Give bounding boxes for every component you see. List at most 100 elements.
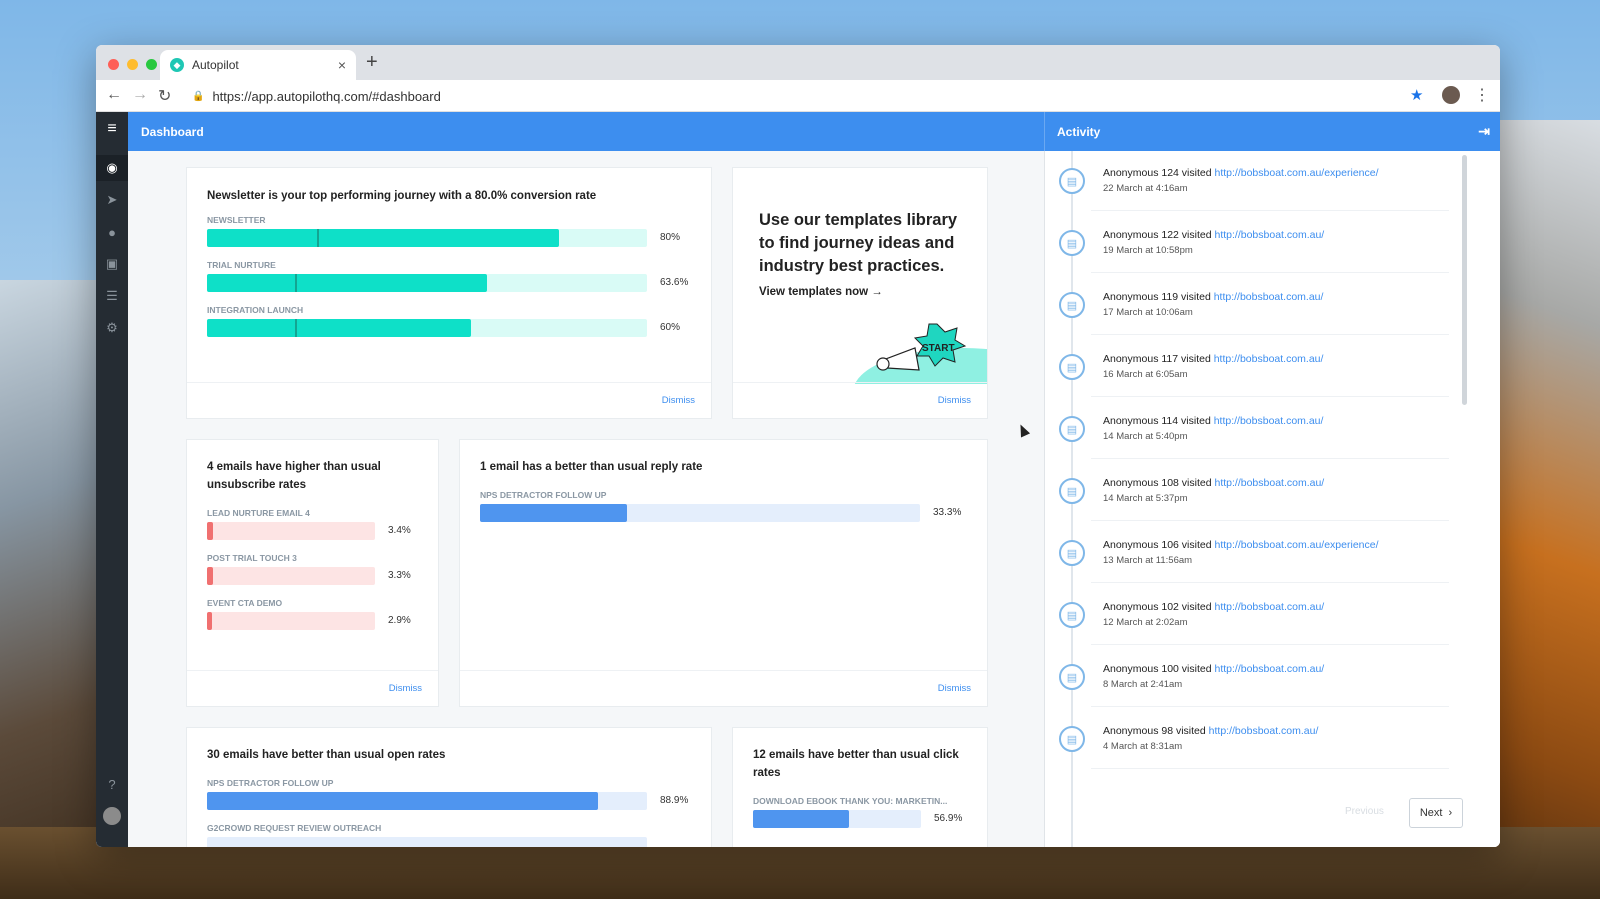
activity-title: Activity [1057,124,1101,139]
card-title: 1 email has a better than usual reply ra… [480,461,703,473]
close-window-button[interactable] [108,59,119,70]
activity-text: Anonymous 98 visited http://bobsboat.com… [1103,725,1437,737]
activity-item: Anonymous 119 visited http://bobsboat.co… [1091,283,1449,335]
bar-track [207,274,647,292]
activity-timestamp: 14 March at 5:40pm [1103,431,1188,442]
lists-icon[interactable]: ☰ [96,283,128,309]
bar-percent: 3.3% [388,570,411,581]
activity-text: Anonymous 117 visited http://bobsboat.co… [1103,353,1437,365]
chevron-right-icon: › [1448,807,1453,819]
activity-visited-link[interactable]: http://bobsboat.com.au/ [1214,229,1324,241]
activity-visited-link[interactable]: http://bobsboat.com.au/ [1214,353,1324,365]
journey-bars: NEWSLETTER 80% TRIAL NURTURE 63.6% INTEGRATI… [207,215,691,350]
page-visit-icon: ▤ [1059,602,1085,628]
bar-label: INTEGRATION LAUNCH [207,305,304,315]
app-area: ≡ ◉ ➤ ● ▣ ☰ ⚙ ? Dashboard Activity ⇥ New… [96,112,1500,847]
activity-item: Anonymous 108 visited http://bobsboat.co… [1091,469,1449,521]
forward-arrow-icon[interactable]: → [132,86,148,104]
bar-label: TRIAL NURTURE [207,260,276,270]
open-rate-card: 30 emails have better than usual open ra… [186,727,712,847]
bar-average-marker [295,274,297,292]
bar-label: POST TRIAL TOUCH 3 [207,553,297,563]
bar-fill [207,319,471,337]
bar-label: DOWNLOAD EBOOK THANK YOU: MARKETIN... [753,796,948,806]
card-footer: Dismiss [733,382,987,418]
bar-row: G2CROWD REQUEST REVIEW OUTREACH [207,823,691,847]
previous-page-button[interactable]: Previous [1345,806,1384,817]
activity-timestamp: 17 March at 10:06am [1103,307,1193,318]
reports-chart-icon[interactable]: ▣ [96,251,128,277]
activity-item: Anonymous 98 visited http://bobsboat.com… [1091,717,1449,769]
activity-text: Anonymous 106 visited http://bobsboat.co… [1103,539,1437,551]
activity-visited-link[interactable]: http://bobsboat.com.au/ [1214,601,1324,613]
bar-percent: 56.9% [934,813,963,824]
page-visit-icon: ▤ [1059,726,1085,752]
activity-visited-link[interactable]: http://bobsboat.com.au/ [1214,415,1324,427]
card-title: Newsletter is your top performing journe… [207,190,597,202]
maximize-window-button[interactable] [146,59,157,70]
settings-gear-icon[interactable]: ⚙ [96,315,128,341]
activity-text: Anonymous 114 visited http://bobsboat.co… [1103,415,1437,427]
browser-window: ◆ Autopilot × + ← → ↻ 🔒 https://app.auto… [96,45,1500,847]
bar-label: G2CROWD REQUEST REVIEW OUTREACH [207,823,382,833]
page-visit-icon: ▤ [1059,230,1085,256]
bar-track [753,810,921,828]
tab-close-icon[interactable]: × [338,57,346,73]
dismiss-link[interactable]: Dismiss [389,683,422,694]
unsubscribe-card: 4 emails have higher than usual unsubscr… [186,439,439,707]
activity-header: Activity ⇥ [1044,112,1500,151]
new-tab-button[interactable]: + [366,51,378,74]
bar-fill [207,612,212,630]
bar-row: POST TRIAL TOUCH 3 3.3% [207,553,418,598]
activity-timestamp: 22 March at 4:16am [1103,183,1188,194]
bar-row: NEWSLETTER 80% [207,215,691,260]
help-icon[interactable]: ? [96,771,128,797]
bar-label: NPS DETRACTOR FOLLOW UP [207,778,334,788]
journeys-send-icon[interactable]: ➤ [96,187,128,213]
activity-visited-link[interactable]: http://bobsboat.com.au/ [1209,725,1319,737]
page-title: Dashboard [141,124,204,139]
activity-scrollbar[interactable] [1462,155,1467,405]
page-visit-icon: ▤ [1059,664,1085,690]
bar-track [207,319,647,337]
bar-average-marker [295,319,297,337]
minimize-window-button[interactable] [127,59,138,70]
next-page-button[interactable]: Next › [1409,798,1463,828]
activity-visited-link[interactable]: http://bobsboat.com.au/ [1214,291,1324,303]
browser-tab[interactable]: ◆ Autopilot × [160,50,356,80]
url-field[interactable]: 🔒 https://app.autopilothq.com/#dashboard [192,85,1392,107]
page-visit-icon: ▤ [1059,292,1085,318]
view-templates-link[interactable]: View templates now → [759,286,961,298]
tab-bar: ◆ Autopilot × + [96,45,1500,80]
autopilot-logo-icon[interactable]: ≡ [96,116,128,142]
dismiss-link[interactable]: Dismiss [938,395,971,406]
activity-visited-link[interactable]: http://bobsboat.com.au/experience/ [1214,539,1378,551]
bar-percent: 60% [660,322,681,333]
activity-text: Anonymous 102 visited http://bobsboat.co… [1103,601,1437,613]
collapse-panel-icon[interactable]: ⇥ [1478,123,1490,140]
bar-fill [753,810,849,828]
user-avatar[interactable] [96,803,128,829]
dashboard-gauge-icon[interactable]: ◉ [96,155,128,181]
dismiss-link[interactable]: Dismiss [938,683,971,694]
bar-label: NPS DETRACTOR FOLLOW UP [480,490,607,500]
activity-text: Anonymous 119 visited http://bobsboat.co… [1103,291,1437,303]
bar-label: NEWSLETTER [207,215,266,225]
activity-timestamp: 4 March at 8:31am [1103,741,1183,752]
activity-visited-link[interactable]: http://bobsboat.com.au/ [1214,477,1324,489]
activity-visitor: Anonymous 117 visited [1103,353,1214,365]
activity-visited-link[interactable]: http://bobsboat.com.au/experience/ [1214,167,1378,179]
reload-icon[interactable]: ↻ [158,86,171,106]
profile-avatar[interactable] [1442,86,1460,104]
page-visit-icon: ▤ [1059,416,1085,442]
bookmark-star-icon[interactable]: ★ [1410,86,1423,104]
browser-menu-icon[interactable]: ⋮ [1474,85,1490,105]
page-visit-icon: ▤ [1059,168,1085,194]
activity-timestamp: 16 March at 6:05am [1103,369,1188,380]
activity-visitor: Anonymous 98 visited [1103,725,1209,737]
back-arrow-icon[interactable]: ← [106,86,122,104]
activity-visited-link[interactable]: http://bobsboat.com.au/ [1214,663,1324,675]
contacts-user-icon[interactable]: ● [96,219,128,245]
page-visit-icon: ▤ [1059,540,1085,566]
dismiss-link[interactable]: Dismiss [662,395,695,406]
